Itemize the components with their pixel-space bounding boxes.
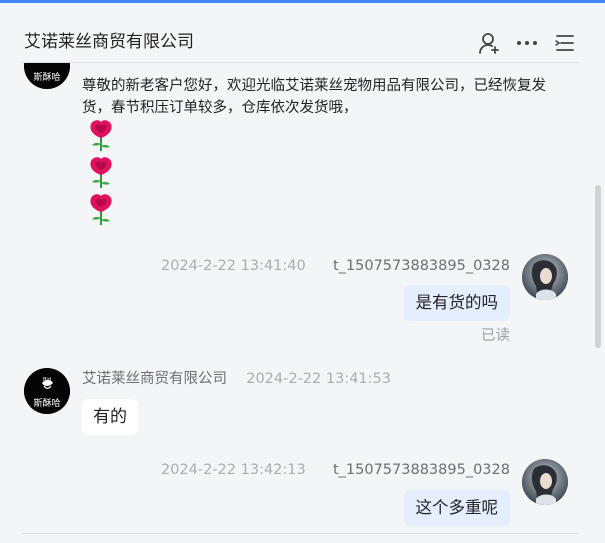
- input-divider: [22, 533, 579, 534]
- message-sender: t_1507573883895_0328: [332, 462, 510, 478]
- chat-title: 艾诺莱丝商贸有限公司: [24, 32, 194, 52]
- message-sender: 艾诺莱丝商贸有限公司: [82, 371, 227, 387]
- message-sender: t_1507573883895_0328: [332, 258, 510, 274]
- svg-text:斯酥哈: 斯酥哈: [33, 71, 60, 83]
- message-bubble-incoming[interactable]: 有的: [82, 399, 138, 435]
- add-contact-icon[interactable]: [477, 31, 501, 55]
- message-meta: 艾诺莱丝商贸有限公司 2024-2-22 13:41:53: [82, 370, 391, 388]
- user-avatar[interactable]: [522, 459, 568, 505]
- user-avatar[interactable]: [522, 254, 568, 300]
- read-status: 已读: [481, 328, 510, 344]
- scrollbar[interactable]: [595, 185, 601, 348]
- message-text: 尊敬的新老客户您好，欢迎光临艾诺莱丝宠物用品有限公司，已经恢复发货，春节积压订单…: [82, 78, 546, 116]
- more-icon[interactable]: [515, 31, 539, 55]
- read-status: 已读: [481, 529, 510, 531]
- shop-avatar[interactable]: Bid 斯酥哈: [24, 368, 70, 414]
- menu-list-icon[interactable]: [553, 31, 577, 55]
- message-list[interactable]: 斯酥哈 尊敬的新老客户您好，欢迎光临艾诺莱丝宠物用品有限公司，已经恢复发货，春节…: [0, 63, 605, 531]
- message-time: 2024-2-22 13:41:53: [246, 371, 391, 387]
- rose-icon: [84, 192, 118, 228]
- message-bubble-outgoing[interactable]: 是有货的吗: [403, 285, 510, 321]
- rose-icon: [84, 118, 118, 154]
- message-meta: 2024-2-22 13:42:13 t_1507573883895_0328: [161, 461, 510, 479]
- message-time: 2024-2-22 13:42:13: [160, 462, 306, 478]
- chat-header: 艾诺莱丝商贸有限公司: [0, 3, 605, 63]
- message-bubble-outgoing[interactable]: 这个多重呢: [403, 490, 510, 526]
- rose-icon: [84, 155, 118, 191]
- message-meta: 2024-2-22 13:41:40 t_1507573883895_0328: [161, 257, 510, 275]
- message-time: 2024-2-22 13:41:40: [160, 258, 306, 274]
- svg-text:斯酥哈: 斯酥哈: [33, 397, 60, 409]
- shop-avatar[interactable]: 斯酥哈: [24, 63, 70, 89]
